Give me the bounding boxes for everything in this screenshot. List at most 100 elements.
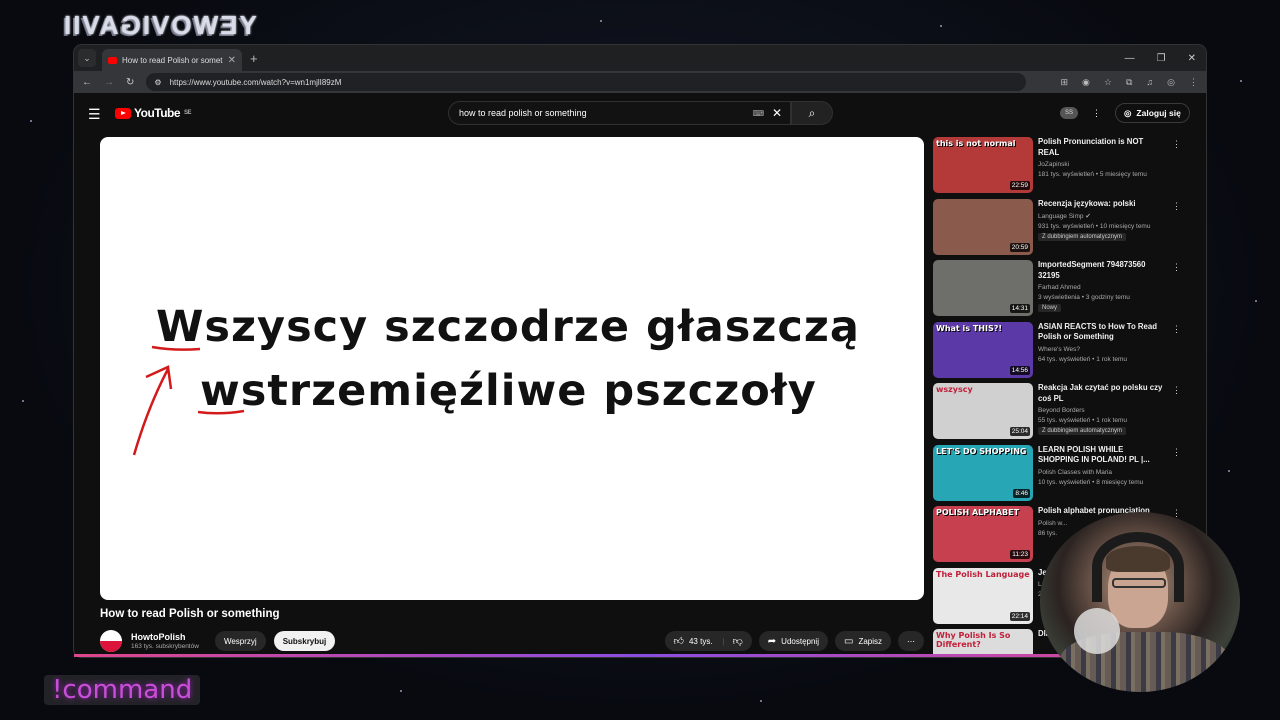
forward-icon[interactable]: →	[104, 77, 114, 88]
more-actions-button[interactable]: ⋯	[898, 631, 924, 651]
recommendation-item[interactable]: 14:31 ImportedSegment 794873560 32195 Fa…	[933, 260, 1193, 322]
settings-more-icon[interactable]: ⋮	[1092, 108, 1101, 119]
save-button[interactable]: ▭ Zapisz	[834, 631, 891, 651]
reload-icon[interactable]: ↻	[126, 77, 134, 88]
recommendation-thumbnail[interactable]: 14:31	[933, 260, 1033, 316]
tab-bar: ⌄ How to read Polish or something ✕ + — …	[74, 45, 1206, 71]
stream-logo: YEWOVIGAVII	[62, 10, 257, 40]
youtube-favicon-icon	[108, 56, 117, 64]
save-icon: ▭	[843, 635, 854, 647]
more-options-icon[interactable]: ⋮	[1172, 262, 1181, 273]
recommendation-thumbnail[interactable]: this is not normal 22:59	[933, 137, 1033, 193]
like-button[interactable]: 👍︎ 43 tys. | 👎︎	[664, 631, 752, 651]
video-duration: 22:59	[1009, 181, 1030, 190]
more-options-icon[interactable]: ⋮	[1172, 447, 1181, 458]
video-title: How to read Polish or something	[100, 608, 280, 620]
channel-row: HowtoPolish 163 tys. subskrybentów Wespr…	[100, 629, 924, 653]
recommendation-thumbnail[interactable]: The Polish Language 22:14	[933, 567, 1033, 624]
recommendation-channel[interactable]: JoZapinski	[1038, 161, 1163, 168]
tab-close-icon[interactable]: ✕	[228, 55, 236, 66]
recommendation-meta: 3 wyświetlenia • 3 godziny temu	[1038, 294, 1130, 302]
install-icon[interactable]: ⊞	[1060, 77, 1068, 88]
recommendation-item[interactable]: LET'S DO SHOPPING 8:46 LEARN POLISH WHIL…	[933, 444, 1193, 507]
browser-tab[interactable]: How to read Polish or something ✕	[102, 49, 242, 71]
more-options-icon[interactable]: ⋮	[1172, 201, 1181, 212]
video-player[interactable]: Wszyscy szczodrze głaszczą wstrzemięźliw…	[100, 137, 924, 600]
more-options-icon[interactable]: ⋮	[1172, 139, 1181, 150]
recommendation-item[interactable]: What is THIS?! 14:56 ASIAN REACTS to How…	[933, 321, 1193, 384]
site-settings-icon[interactable]: ⚙	[154, 78, 161, 87]
tab-search-button[interactable]: ⌄	[78, 49, 96, 67]
thumbnail-text: wszyscy	[936, 385, 973, 394]
search-input[interactable]: how to read polish or something ⌨ ✕	[448, 101, 791, 125]
youtube-logo[interactable]: YouTube SE	[115, 106, 192, 120]
recommendation-thumbnail[interactable]: wszyscy 25:04	[933, 383, 1033, 439]
bookmark-star-icon[interactable]: ☆	[1104, 77, 1112, 88]
video-duration: 8:46	[1013, 488, 1030, 498]
recommendation-thumbnail[interactable]: LET'S DO SHOPPING 8:46	[933, 444, 1033, 501]
search-query: how to read polish or something	[459, 108, 587, 118]
more-options-icon[interactable]: ⋮	[1172, 324, 1181, 335]
recommendation-badge: Z dubbingiem automatycznym	[1038, 427, 1127, 436]
channel-name[interactable]: HowtoPolish	[131, 632, 199, 642]
minimize-icon[interactable]: —	[1125, 53, 1135, 64]
save-label: Zapisz	[858, 636, 882, 646]
more-options-icon[interactable]: ⋮	[1172, 385, 1181, 396]
recommendation-item[interactable]: wszyscy 25:04 Reakcja Jak czytać po pols…	[933, 383, 1193, 445]
recommendation-title[interactable]: Recenzja językowa: polski	[1038, 199, 1163, 210]
close-window-icon[interactable]: ✕	[1188, 53, 1196, 64]
annotation-arrow	[132, 345, 245, 456]
youtube-logo-text: YouTube	[134, 106, 181, 120]
address-bar-actions: ⊞ ◉ ☆ ⧉ ♫ ◎ ⋮	[1060, 77, 1198, 88]
thumbs-down-icon[interactable]: 👎︎	[733, 635, 743, 647]
url-text: https://www.youtube.com/watch?v=wn1mjlI8…	[169, 77, 342, 87]
browser-window: ⌄ How to read Polish or something ✕ + — …	[74, 45, 1206, 657]
channel-subscribers: 163 tys. subskrybentów	[131, 643, 199, 650]
address-bar: ← → ↻ ⚙ https://www.youtube.com/watch?v=…	[74, 71, 1206, 93]
video-duration: 22:14	[1009, 611, 1030, 621]
support-button[interactable]: Wesprzyj	[214, 631, 266, 651]
recommendation-title[interactable]: Polish Pronunciation is NOT REAL	[1038, 137, 1163, 158]
new-tab-button[interactable]: +	[250, 51, 258, 66]
restore-icon[interactable]: ❐	[1157, 53, 1166, 64]
recommendation-item[interactable]: this is not normal 22:59 Polish Pronunci…	[933, 137, 1193, 199]
eye-off-icon[interactable]: ◉	[1082, 77, 1090, 88]
recommendation-badge: Z dubbingiem automatycznym	[1038, 233, 1127, 242]
recommendation-channel[interactable]: Where's Wes?	[1038, 346, 1163, 353]
tab-title: How to read Polish or something	[122, 55, 223, 65]
recommendation-channel[interactable]: Beyond Borders	[1038, 407, 1163, 414]
media-icon[interactable]: ♫	[1146, 77, 1153, 88]
recommendation-title[interactable]: ImportedSegment 794873560 32195	[1038, 260, 1163, 281]
window-controls: — ❐ ✕	[1125, 53, 1206, 64]
recommendation-thumbnail[interactable]: Why Polish Is So Different?	[933, 629, 1033, 657]
recommendation-thumbnail[interactable]: 20:59	[933, 198, 1033, 255]
recommendation-channel[interactable]: Farhad Ahmed	[1038, 284, 1163, 291]
recommendation-thumbnail[interactable]: POLISH ALPHABET 11:23	[933, 506, 1033, 562]
recommendation-channel[interactable]: Polish Classes with Maria	[1038, 469, 1163, 476]
command-label: !command	[44, 675, 201, 705]
recommendation-title[interactable]: Reakcja Jak czytać po polsku czy coś PL	[1038, 383, 1163, 404]
youtube-play-icon	[115, 107, 131, 119]
channel-avatar[interactable]	[100, 630, 122, 652]
clear-search-icon[interactable]: ✕	[772, 106, 782, 120]
subscribe-button[interactable]: Subskrybuj	[273, 631, 336, 651]
recommendation-thumbnail[interactable]: What is THIS?! 14:56	[933, 321, 1033, 378]
search-button[interactable]: ⌕	[791, 101, 833, 125]
recommendation-title[interactable]: ASIAN REACTS to How To Read Polish or So…	[1038, 322, 1163, 343]
menu-icon[interactable]: ☰	[88, 106, 101, 123]
keyboard-icon[interactable]: ⌨	[752, 109, 764, 118]
recommendation-channel[interactable]: Language Simp ✔	[1038, 212, 1163, 220]
share-icon: ➦	[767, 635, 777, 647]
url-field[interactable]: ⚙ https://www.youtube.com/watch?v=wn1mjl…	[146, 73, 1027, 91]
recommendation-title[interactable]: LEARN POLISH WHILE SHOPPING IN POLAND! P…	[1038, 445, 1163, 466]
login-button[interactable]: ◎ Zaloguj się	[1115, 103, 1190, 123]
recommendation-item[interactable]: 20:59 Recenzja językowa: polski Language…	[933, 198, 1193, 261]
extensions-icon[interactable]: ⧉	[1126, 77, 1132, 88]
avatar-badge[interactable]: SS	[1060, 107, 1078, 119]
share-button[interactable]: ➦ Udostępnij	[758, 631, 828, 651]
profile-icon[interactable]: ◎	[1167, 77, 1175, 88]
browser-menu-icon[interactable]: ⋮	[1189, 77, 1198, 88]
thumbnail-text: The Polish Language	[936, 569, 1030, 579]
back-icon[interactable]: ←	[82, 77, 92, 88]
recommendation-info: ImportedSegment 794873560 32195 Farhad A…	[1038, 260, 1163, 322]
